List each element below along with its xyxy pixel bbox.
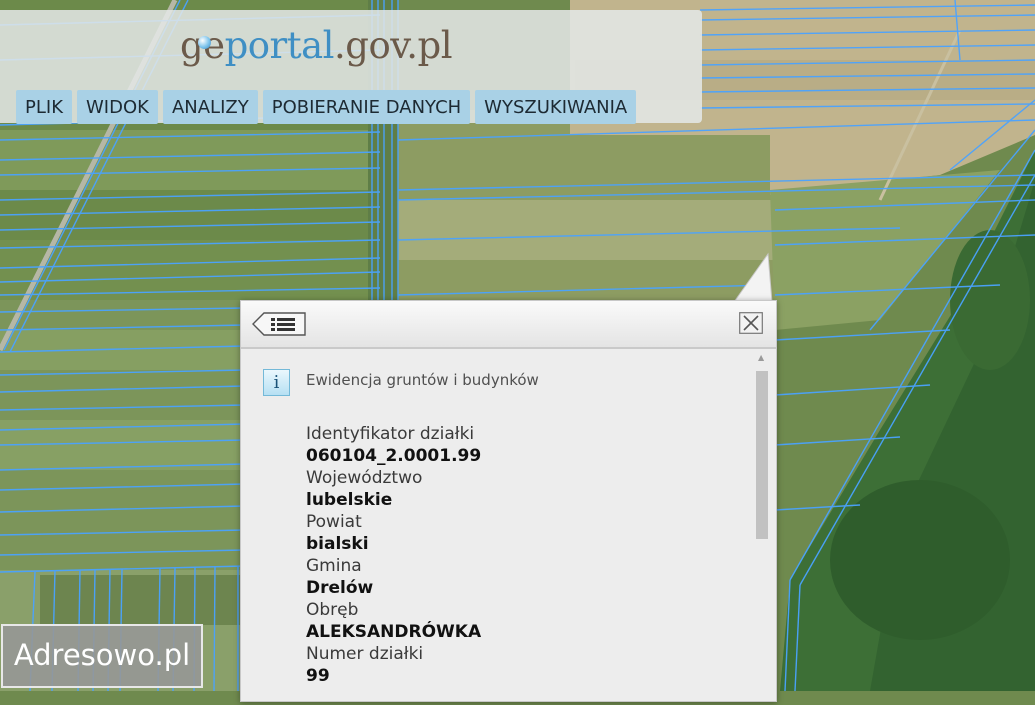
logo-text-portal: portal bbox=[224, 24, 335, 67]
field-value: lubelskie bbox=[306, 490, 393, 510]
scroll-up-arrow-icon[interactable]: ▲ bbox=[758, 353, 764, 362]
scroll-thumb[interactable] bbox=[756, 371, 768, 539]
field-value: 060104_2.0001.99 bbox=[306, 446, 482, 466]
info-popup: i Ewidencja gruntów i budynków Identyfik… bbox=[240, 300, 777, 702]
popup-pointer bbox=[733, 252, 773, 303]
field-label: Województwo bbox=[306, 468, 423, 488]
popup-header bbox=[241, 301, 776, 349]
menu-wyszukiwania[interactable]: WYSZUKIWANIA bbox=[475, 90, 637, 124]
back-list-icon[interactable] bbox=[252, 312, 306, 336]
field-label: Powiat bbox=[306, 512, 362, 532]
logo-globe-icon bbox=[198, 36, 211, 49]
field-label: Numer działki bbox=[306, 644, 424, 664]
field-value: bialski bbox=[306, 534, 369, 554]
field-value: ALEKSANDRÓWKA bbox=[306, 622, 482, 642]
adresowo-badge[interactable]: Adresowo.pl bbox=[1, 624, 203, 688]
menu-analizy[interactable]: ANALIZY bbox=[162, 90, 258, 124]
main-menu: PLIK WIDOK ANALIZY POBIERANIE DANYCH WYS… bbox=[16, 90, 637, 124]
field-label: Identyfikator działki bbox=[306, 424, 475, 444]
header-panel: geportal.gov.pl PLIK WIDOK ANALIZY POBIE… bbox=[0, 10, 702, 124]
menu-pobieranie-danych[interactable]: POBIERANIE DANYCH bbox=[262, 90, 471, 124]
menu-plik[interactable]: PLIK bbox=[16, 90, 72, 124]
layer-source-title: Ewidencja gruntów i budynków bbox=[306, 371, 539, 389]
geoportal-logo[interactable]: geportal.gov.pl bbox=[180, 24, 453, 68]
field-value: 99 bbox=[306, 666, 330, 686]
field-label: Gmina bbox=[306, 556, 362, 576]
popup-scrollbar[interactable]: ▲ bbox=[756, 353, 768, 705]
info-icon: i bbox=[263, 369, 290, 396]
menu-widok[interactable]: WIDOK bbox=[77, 90, 158, 124]
logo-text-domain: .gov.pl bbox=[334, 24, 453, 67]
field-value: Drelów bbox=[306, 578, 374, 598]
popup-body: i Ewidencja gruntów i budynków Identyfik… bbox=[241, 349, 776, 701]
parcel-fields: Identyfikator działki 060104_2.0001.99 W… bbox=[306, 423, 746, 687]
close-icon[interactable] bbox=[739, 312, 763, 334]
field-label: Obręb bbox=[306, 600, 359, 620]
